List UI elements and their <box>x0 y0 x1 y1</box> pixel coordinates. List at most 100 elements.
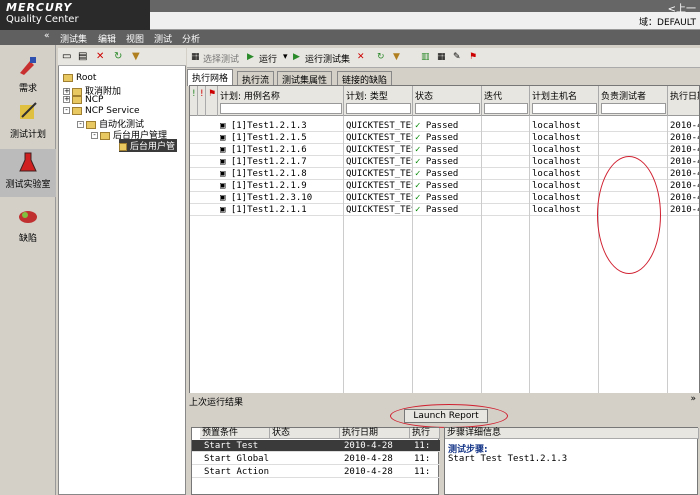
tab-execution-flow[interactable]: 执行流 <box>237 71 275 86</box>
last-run-panel: 上次运行结果 » Launch Report 预置条件 状态 执行日期 执行 S… <box>187 393 700 495</box>
filter-field[interactable] <box>346 103 411 114</box>
passed-check-icon: ✓ <box>415 181 421 191</box>
delete-icon[interactable]: ✕ <box>96 51 104 62</box>
exec-date: 2010-4- <box>670 193 699 203</box>
table-row[interactable]: ▣ [1]Test1.2.1.3 QUICKTEST_TEST✓ Passed lo… <box>190 120 699 132</box>
collapse-sidebar-button[interactable]: « <box>44 31 50 41</box>
refresh-icon[interactable]: ↻ <box>377 52 385 62</box>
menu-view[interactable]: 视图 <box>126 32 144 45</box>
tree-node-label: 后台用户管 <box>130 142 176 152</box>
new-folder-icon[interactable]: ▭ <box>62 51 71 62</box>
folder-icon <box>63 73 73 82</box>
flag-icon[interactable]: ⚑ <box>469 52 477 62</box>
test-name: [1]Test1.2.3.10 <box>230 193 313 203</box>
tab-test-set-properties[interactable]: 测试集属性 <box>277 71 333 86</box>
collapse-panel-icon[interactable]: » <box>690 394 696 404</box>
status-cell: ✓ Passed <box>413 192 481 204</box>
tree-node-selected-test-set[interactable]: 后台用户管 <box>119 139 178 152</box>
host-name: localhost <box>532 145 581 155</box>
table-row[interactable]: ▣ [1]Test1.2.1.5 QUICKTEST_TEST✓ Passed lo… <box>190 132 699 144</box>
folder-icon <box>72 106 82 115</box>
filter-icon[interactable]: ▼ <box>393 52 400 62</box>
defects-icon <box>19 211 37 223</box>
test-icon-cell: ▣ [1]Test1.2.1.8 <box>220 169 307 179</box>
table-row[interactable]: ▣ [1]Test1.2.1.6 QUICKTEST_TEST✓ Passed lo… <box>190 144 699 156</box>
sidebar-item-label: 测试实验室 <box>5 180 51 190</box>
status-cell: ✓ Passed <box>413 180 481 192</box>
test-name: [1]Test1.2.1.6 <box>230 145 307 155</box>
column-status[interactable]: 状态 <box>270 428 340 439</box>
test-icon-cell: ▣ [1]Test1.2.1.5 <box>220 133 307 143</box>
step-name: Start Global I <box>204 454 270 464</box>
tree-node-ncp[interactable]: + NCP <box>63 95 103 105</box>
new-test-set-icon[interactable]: ▤ <box>78 51 87 62</box>
filter-field[interactable] <box>415 103 480 114</box>
step-row[interactable]: Start Action 2010-4-28 11: <box>192 466 440 478</box>
menu-test[interactable]: 测试 <box>154 32 172 45</box>
passed-check-icon: ✓ <box>415 121 421 131</box>
sidebar-item-defects[interactable]: 缺陷 <box>0 205 56 244</box>
exec-date: 2010-4- <box>670 145 699 155</box>
select-tests-icon: ▦ <box>191 52 200 62</box>
filter-field[interactable] <box>601 103 666 114</box>
steps-table: 预置条件 状态 执行日期 执行 Start Test 2010-4-28 11: St… <box>191 427 440 495</box>
select-tests-button[interactable]: 选择测试 <box>203 52 239 65</box>
app-name: Quality Center <box>6 14 79 25</box>
detail-header: 步骤详细信息 <box>445 428 699 439</box>
sidebar-item-test-lab[interactable]: 测试实验室 <box>0 149 56 197</box>
columns-icon[interactable]: ▥ <box>421 52 430 62</box>
passed-check-icon: ✓ <box>415 205 421 215</box>
menu-test-set[interactable]: 测试集 <box>60 32 87 45</box>
status-flag-column: ! <box>190 86 198 116</box>
collapse-icon[interactable]: - <box>91 132 98 139</box>
run-button[interactable]: 运行 <box>259 52 277 65</box>
expand-icon[interactable]: + <box>63 96 70 103</box>
tree-node-ncp-service[interactable]: - NCP Service <box>63 106 140 116</box>
step-detail-panel: 步骤详细信息 测试步骤: Start Test Test1.2.1.3 <box>444 427 699 495</box>
filter-icon[interactable]: ▼ <box>132 51 140 62</box>
test-name: [1]Test1.2.1.8 <box>230 169 307 179</box>
tree-node-label: NCP <box>85 95 104 105</box>
step-date: 2010-4-28 <box>344 467 393 477</box>
menu-edit[interactable]: 编辑 <box>98 32 116 45</box>
tree-node-label: Root <box>76 73 97 83</box>
step-row[interactable]: Start Test 2010-4-28 11: <box>192 440 440 452</box>
column-precondition[interactable]: 预置条件 <box>200 428 270 439</box>
step-time: 11: <box>414 441 431 451</box>
column-exec-time[interactable]: 执行 <box>410 428 440 439</box>
grid-icon[interactable]: ▦ <box>437 52 446 62</box>
column-exec-date[interactable]: 执行日期 <box>668 86 699 116</box>
collapse-icon[interactable]: - <box>77 121 84 128</box>
filter-field[interactable] <box>220 103 342 114</box>
test-icon-cell: ▣ [1]Test1.2.1.9 <box>220 181 307 191</box>
sidebar-item-test-plan[interactable]: 测试计划 <box>0 101 56 140</box>
brand-logo: MERCURY <box>6 1 73 14</box>
status-text: Passed <box>425 157 459 167</box>
sidebar-item-label: 缺陷 <box>18 234 37 244</box>
expand-icon[interactable]: + <box>63 88 70 95</box>
test-name: [1]Test1.2.1.3 <box>230 121 307 131</box>
highlight-ellipse <box>390 404 508 428</box>
filter-field[interactable] <box>532 103 597 114</box>
passed-check-icon: ✓ <box>415 133 421 143</box>
exec-date: 2010-4- <box>670 169 699 179</box>
test-set-icon <box>119 142 127 151</box>
menu-bar: « 测试集 编辑 视图 测试 分析 <box>0 30 700 45</box>
column-exec-date[interactable]: 执行日期 <box>340 428 410 439</box>
step-row[interactable]: Start Global I 2010-4-28 11: <box>192 453 440 465</box>
delete-icon[interactable]: ✕ <box>357 52 365 62</box>
sidebar-item-requirements[interactable]: 需求 <box>0 55 56 94</box>
run-test-set-button[interactable]: 运行测试集 <box>305 52 350 65</box>
tab-execution-grid[interactable]: 执行网格 <box>187 69 234 86</box>
refresh-icon[interactable]: ↻ <box>114 51 122 62</box>
filter-field[interactable] <box>484 103 528 114</box>
run-icon: ▶ <box>247 52 254 62</box>
tab-linked-defects[interactable]: 链接的缺陷 <box>337 71 393 86</box>
flag-column: ⚑ <box>206 86 218 116</box>
menu-analysis[interactable]: 分析 <box>182 32 200 45</box>
collapse-icon[interactable]: - <box>63 107 70 114</box>
last-run-title: 上次运行结果 <box>189 398 244 408</box>
run-dropdown-icon[interactable]: ▾ <box>283 52 288 62</box>
attach-icon[interactable]: ✎ <box>453 52 461 62</box>
tree-node-root[interactable]: Root <box>63 73 96 83</box>
